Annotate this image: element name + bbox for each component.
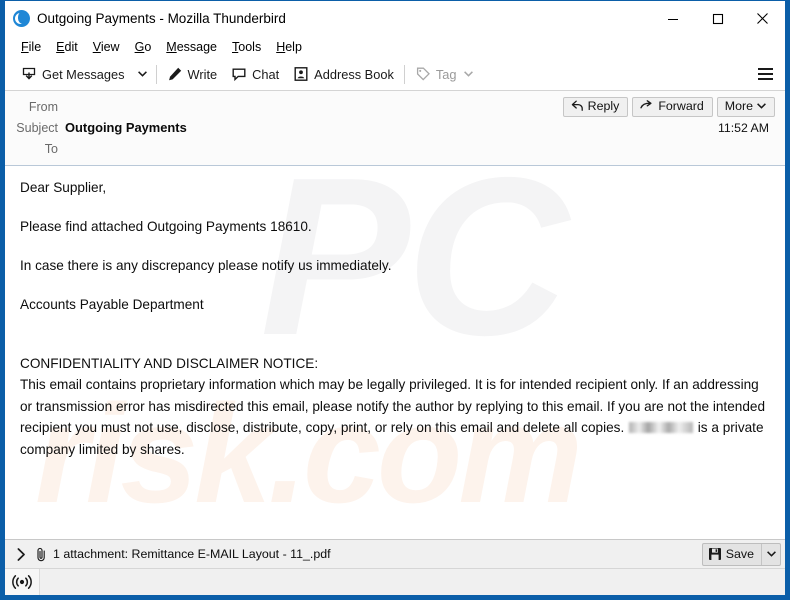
close-icon [756,12,769,25]
header-row-from: From Reply Forward More [5,96,785,117]
tag-label: Tag [436,67,457,82]
get-messages-label: Get Messages [42,67,125,82]
save-attachment-group: Save [702,543,781,566]
reply-label: Reply [588,99,620,113]
menu-item-message[interactable]: Message [159,38,225,56]
menu-item-edit[interactable]: Edit [49,38,86,56]
disclaimer-title: CONFIDENTIALITY AND DISCLAIMER NOTICE: [20,353,770,374]
more-label: More [725,99,753,113]
paperclip-icon [35,547,48,562]
tag-icon [415,66,431,82]
write-button[interactable]: Write [160,63,225,85]
broadcast-status-button[interactable] [5,569,40,595]
attachment-bar: 1 attachment: Remittance E-MAIL Layout -… [5,539,785,568]
reply-arrow-icon [571,100,584,112]
message-header: From Reply Forward More [5,91,785,166]
app-menu-button[interactable] [750,59,780,89]
contact-card-icon [293,66,309,82]
chevron-right-icon [17,548,26,561]
thunderbird-window: Outgoing Payments - Mozilla Thunderbird … [0,0,790,600]
menu-item-tools[interactable]: Tools [225,38,269,56]
hamburger-menu-icon [758,73,773,75]
inbox-download-icon [21,66,37,82]
address-book-button[interactable]: Address Book [286,63,401,85]
disclaimer-paragraph: This email contains proprietary informat… [20,374,770,460]
body-discrepancy-line: In case there is any discrepancy please … [20,256,770,275]
get-messages-button[interactable]: Get Messages [14,63,132,85]
subject-label: Subject [5,121,65,135]
save-dropdown-button[interactable] [761,544,780,565]
subject-value: Outgoing Payments [65,120,718,135]
header-row-subject: Subject Outgoing Payments 11:52 AM [5,117,785,138]
body-greeting: Dear Supplier, [20,178,770,197]
broadcast-icon [12,574,32,590]
to-label: To [5,142,65,156]
window-controls [650,1,785,36]
toolbar-divider-1 [156,65,157,84]
from-label: From [5,100,65,114]
body-attached-line: Please find attached Outgoing Payments 1… [20,217,770,236]
forward-arrow-icon [640,100,654,112]
menu-item-go[interactable]: Go [128,38,160,56]
message-actions: Reply Forward More [563,97,777,117]
write-label: Write [188,67,218,82]
close-button[interactable] [740,1,785,36]
save-label: Save [726,547,754,561]
tag-button[interactable]: Tag [408,63,481,85]
chat-label: Chat [252,67,279,82]
pencil-icon [167,66,183,82]
title-bar: Outgoing Payments - Mozilla Thunderbird [5,1,785,36]
header-row-to: To [5,138,785,159]
menu-item-file[interactable]: File [14,38,49,56]
save-disk-icon [708,547,722,561]
message-text-content: Dear Supplier, Please find attached Outg… [20,178,770,460]
main-toolbar: Get Messages Write Chat Add [5,58,785,91]
menu-item-help[interactable]: Help [269,38,310,56]
more-button[interactable]: More [717,97,775,117]
thunderbird-logo-icon [13,10,30,27]
hamburger-menu-icon [758,68,773,70]
attachment-clip [33,547,49,562]
maximize-button[interactable] [695,1,740,36]
chevron-down-icon [767,551,776,557]
message-body: PC risk.com Dear Supplier, Please find a… [5,166,785,539]
reply-button[interactable]: Reply [563,97,629,117]
window-title: Outgoing Payments - Mozilla Thunderbird [37,11,286,26]
status-bar [5,568,785,595]
minimize-button[interactable] [650,1,695,36]
forward-button[interactable]: Forward [632,97,712,117]
toolbar-divider-2 [404,65,405,84]
title-bar-left: Outgoing Payments - Mozilla Thunderbird [5,10,650,27]
save-attachment-button[interactable]: Save [703,544,761,565]
chevron-down-icon [464,71,473,77]
address-book-label: Address Book [314,67,394,82]
body-signature: Accounts Payable Department [20,295,770,314]
attachment-label: 1 attachment: Remittance E-MAIL Layout -… [53,547,702,561]
maximize-icon [712,13,724,25]
message-time: 11:52 AM [718,121,777,135]
get-messages-dropdown[interactable] [132,68,153,80]
speech-bubble-icon [231,66,247,82]
chevron-down-icon [757,103,766,109]
forward-label: Forward [658,99,703,113]
disclaimer-block: CONFIDENTIALITY AND DISCLAIMER NOTICE: T… [20,353,770,460]
menu-item-view[interactable]: View [86,38,128,56]
hamburger-menu-icon [758,78,773,80]
chevron-down-icon [138,71,147,77]
redacted-company-name [629,422,693,433]
menu-bar: File Edit View Go Message Tools Help [5,36,785,58]
minimize-icon [667,13,679,25]
chat-button[interactable]: Chat [224,63,286,85]
attachment-expander-button[interactable] [13,548,29,561]
